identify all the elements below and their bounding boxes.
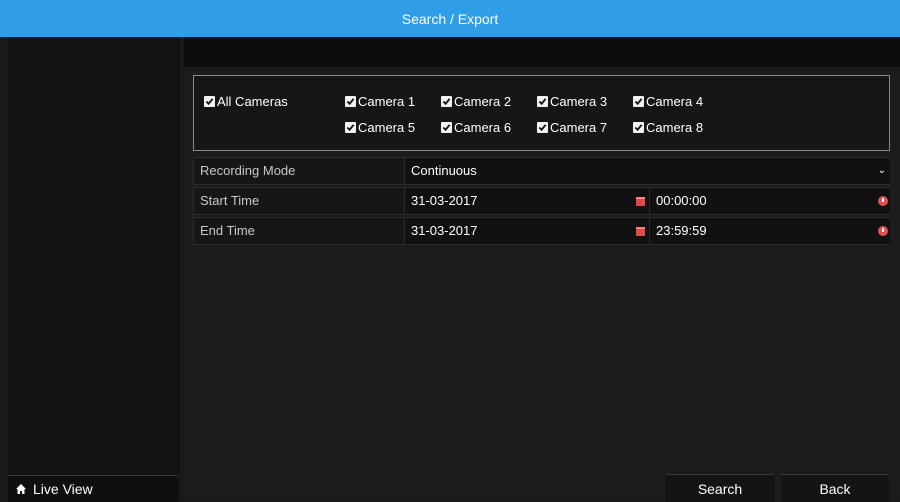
start-date-field[interactable]: 31-03-2017: [404, 188, 649, 214]
camera-1-checkbox[interactable]: Camera 1: [345, 94, 415, 109]
checkbox-icon: [633, 96, 644, 107]
home-icon: [16, 484, 26, 494]
end-time-field[interactable]: 23:59:59: [649, 218, 890, 244]
checkbox-icon: [633, 122, 644, 133]
recording-mode-row: Recording Mode Continuous ⌄: [193, 157, 890, 185]
back-button[interactable]: Back: [781, 474, 889, 502]
chevron-down-icon: ⌄: [877, 165, 886, 176]
checkbox-icon: [441, 96, 452, 107]
title-bar: Search / Export: [0, 0, 900, 37]
start-time-field[interactable]: 00:00:00: [649, 188, 890, 214]
search-button[interactable]: Search: [666, 474, 774, 502]
camera-5-checkbox[interactable]: Camera 5: [345, 120, 415, 135]
camera-7-checkbox[interactable]: Camera 7: [537, 120, 607, 135]
camera-selection-panel: [193, 75, 890, 151]
camera-6-checkbox[interactable]: Camera 6: [441, 120, 511, 135]
top-strip: [184, 37, 900, 67]
camera-8-checkbox[interactable]: Camera 8: [633, 120, 703, 135]
calendar-icon[interactable]: [636, 197, 645, 206]
live-view-button[interactable]: Live View: [8, 475, 178, 502]
camera-4-checkbox[interactable]: Camera 4: [633, 94, 703, 109]
recording-mode-label: Recording Mode: [200, 163, 296, 178]
checkbox-icon: [537, 122, 548, 133]
clock-icon[interactable]: [878, 226, 888, 236]
camera-3-checkbox[interactable]: Camera 3: [537, 94, 607, 109]
camera-2-checkbox[interactable]: Camera 2: [441, 94, 511, 109]
end-time-row: End Time 31-03-2017 23:59:59: [193, 217, 890, 245]
start-time-row: Start Time 31-03-2017 00:00:00: [193, 187, 890, 215]
start-time-label: Start Time: [200, 193, 260, 208]
calendar-icon[interactable]: [636, 227, 645, 236]
checkbox-icon: [441, 122, 452, 133]
checkbox-icon: [204, 96, 215, 107]
checkbox-icon: [345, 122, 356, 133]
window-title: Search / Export: [401, 10, 499, 27]
checkbox-icon: [345, 96, 356, 107]
checkbox-icon: [537, 96, 548, 107]
all-cameras-checkbox[interactable]: All Cameras: [204, 94, 288, 109]
clock-icon[interactable]: [878, 196, 888, 206]
end-date-field[interactable]: 31-03-2017: [404, 218, 649, 244]
sidebar: [8, 37, 180, 501]
end-time-label: End Time: [200, 223, 255, 238]
recording-mode-select[interactable]: Continuous ⌄: [404, 158, 890, 184]
